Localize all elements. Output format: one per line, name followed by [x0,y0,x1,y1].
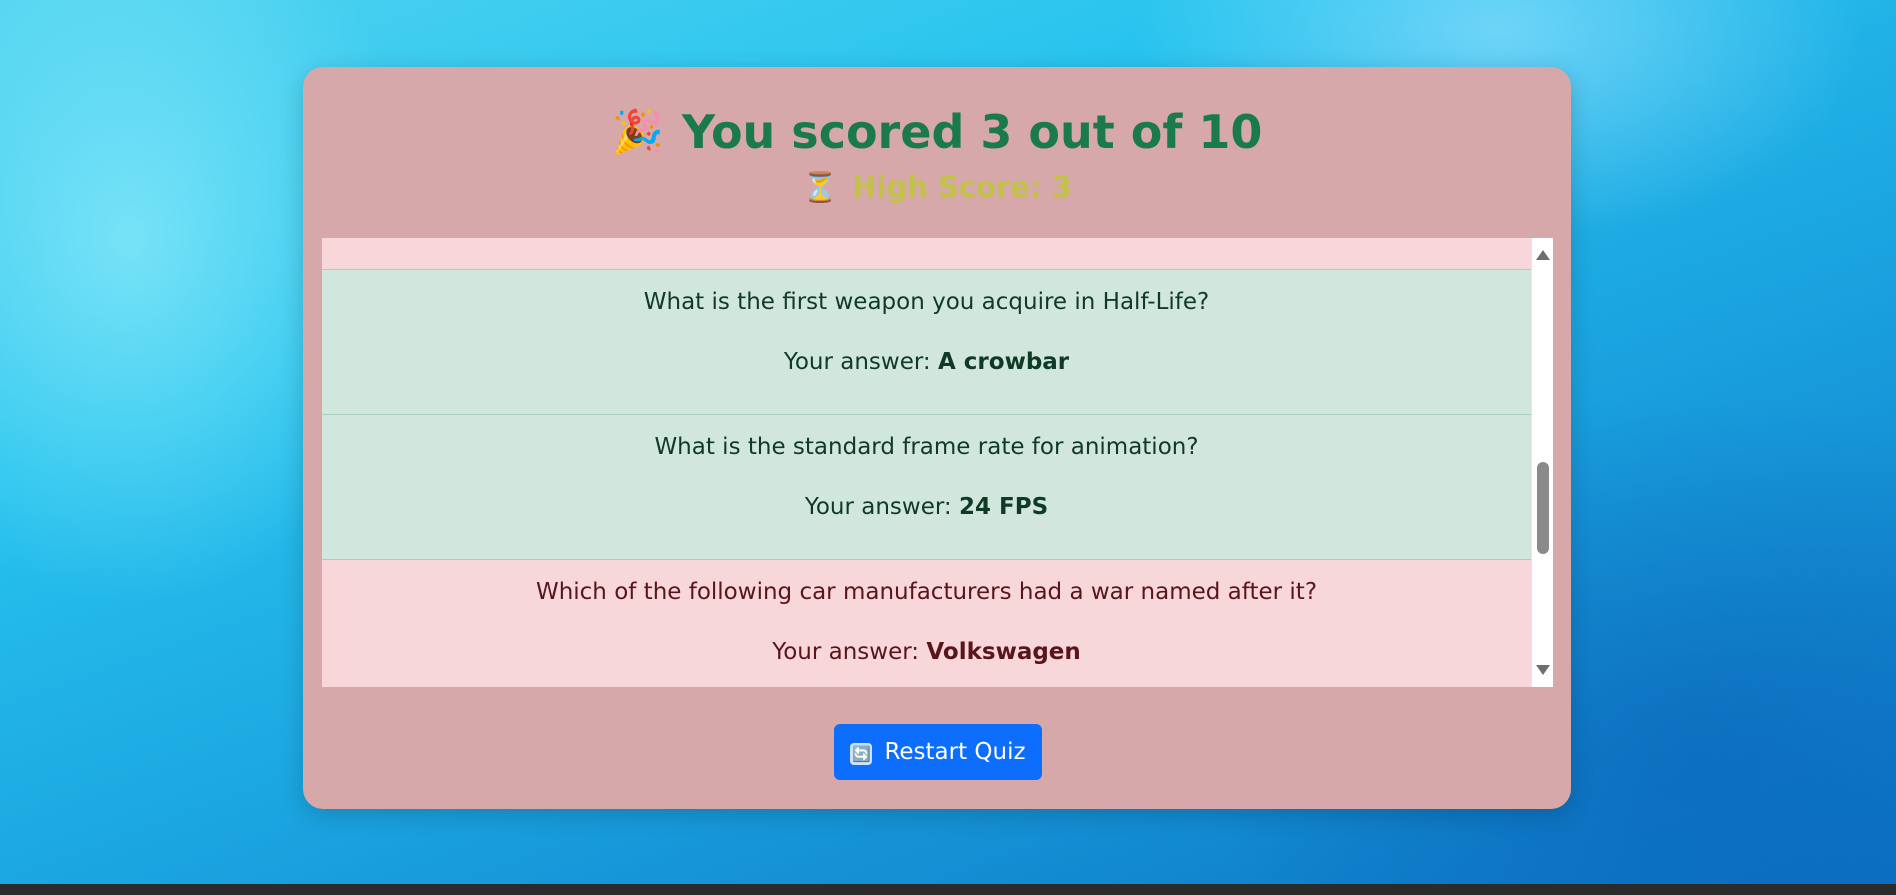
result-question: What is the first weapon you acquire in … [643,289,1210,315]
result-question: What is the standard frame rate for anim… [654,434,1199,460]
result-item-partial [322,238,1531,270]
hourglass-icon: ⏳ [802,170,839,204]
results-scroll-area[interactable]: What is the first weapon you acquire in … [322,238,1553,687]
results-scrollbar[interactable] [1531,238,1553,687]
taskbar-strip [0,884,1896,895]
answer-prefix: Your answer: [804,494,959,520]
result-item-correct: What is the standard frame rate for anim… [322,415,1531,560]
answer-prefix: Your answer: [772,639,927,665]
refresh-icon: 🔄 [850,743,873,765]
answer-value: Volkswagen [926,639,1081,665]
result-item-wrong: Which of the following car manufacturers… [322,560,1531,687]
result-answer: Your answer: A crowbar [322,346,1531,378]
scroll-down-arrow-icon[interactable] [1536,665,1550,675]
high-score-text: High Score: 3 [852,170,1072,204]
result-item-correct: What is the first weapon you acquire in … [322,270,1531,415]
restart-quiz-label: Restart Quiz [884,739,1026,765]
answer-value: 24 FPS [958,494,1049,520]
answer-value: A crowbar [937,349,1070,375]
restart-quiz-button[interactable]: 🔄 Restart Quiz [834,724,1042,780]
score-text: You scored 3 out of 10 [681,105,1263,159]
result-question: Which of the following car manufacturers… [535,579,1318,605]
result-answer: Your answer: 24 FPS [322,491,1531,523]
results-list: What is the first weapon you acquire in … [322,238,1531,687]
answer-prefix: Your answer: [783,349,938,375]
results-card: 🎉 You scored 3 out of 10 ⏳ High Score: 3 W… [303,67,1571,809]
score-heading: 🎉 You scored 3 out of 10 [303,103,1571,161]
scrollbar-thumb[interactable] [1537,462,1549,554]
high-score: ⏳ High Score: 3 [303,167,1571,207]
scroll-up-arrow-icon[interactable] [1536,250,1550,260]
party-popper-icon: 🎉 [611,107,664,156]
result-answer: Your answer: Volkswagen [322,636,1531,668]
